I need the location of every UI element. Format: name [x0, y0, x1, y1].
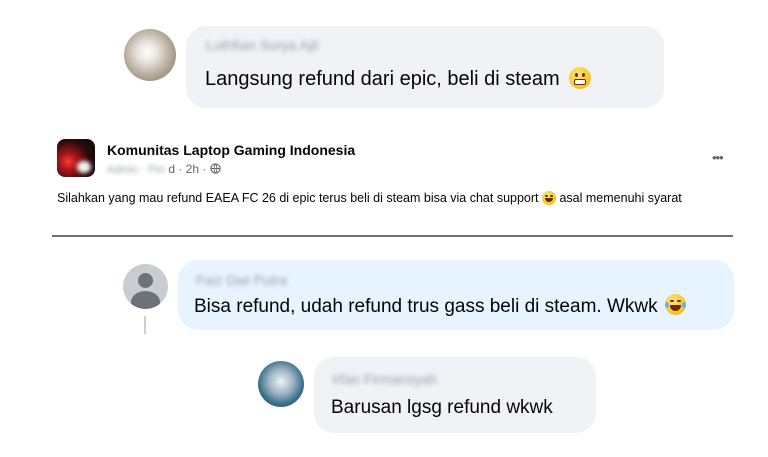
- comment-author[interactable]: Faiz Dwi Putra: [196, 272, 287, 288]
- more-options-button[interactable]: •••: [712, 150, 724, 165]
- comment-bubble: Faiz Dwi Putra Bisa refund, udah refund …: [178, 260, 734, 330]
- post-time[interactable]: d · 2h ·: [168, 162, 206, 176]
- post-card: Komunitas Laptop Gaming Indonesia Admin …: [52, 130, 736, 240]
- comment-text: Barusan lgsg refund wkwk: [331, 397, 553, 418]
- post-author-blurred: Admin · Pinned: [107, 163, 165, 176]
- laughing-tears-icon: [542, 190, 556, 205]
- comment-bubble: Irfan Firmansyah Barusan lgsg refund wkw…: [314, 357, 596, 433]
- comment-text: Langsung refund dari epic, beli di steam: [205, 66, 592, 91]
- comment-author[interactable]: Luthfian Surya Ajil: [206, 37, 318, 53]
- commenter-avatar[interactable]: [124, 29, 176, 81]
- post-body-text-2: asal memenuhi syarat: [559, 191, 682, 205]
- post-divider: [52, 235, 733, 237]
- post-meta: Admin · Pinned d · 2h ·: [107, 162, 221, 176]
- comment-text-content: Bisa refund, udah refund trus gass beli …: [194, 296, 658, 317]
- commenter-avatar[interactable]: [258, 361, 304, 407]
- thread-line: [144, 316, 146, 334]
- comment-author[interactable]: Irfan Firmansyah: [332, 371, 437, 387]
- comment-bubble: Luthfian Surya Ajil Langsung refund dari…: [186, 26, 664, 108]
- comment-text-content: Langsung refund dari epic, beli di steam: [205, 68, 560, 90]
- globe-icon: [210, 163, 221, 174]
- group-avatar[interactable]: [57, 139, 95, 177]
- grimacing-face-icon: [569, 66, 592, 89]
- group-name[interactable]: Komunitas Laptop Gaming Indonesia: [107, 142, 355, 158]
- post-body-text-1: Silahkan yang mau refund EAEA FC 26 di e…: [57, 191, 539, 205]
- post-body: Silahkan yang mau refund EAEA FC 26 di e…: [57, 188, 727, 208]
- comment-text: Bisa refund, udah refund trus gass beli …: [194, 294, 686, 318]
- laughing-tears-icon: [664, 294, 686, 316]
- default-avatar-icon[interactable]: [123, 264, 168, 309]
